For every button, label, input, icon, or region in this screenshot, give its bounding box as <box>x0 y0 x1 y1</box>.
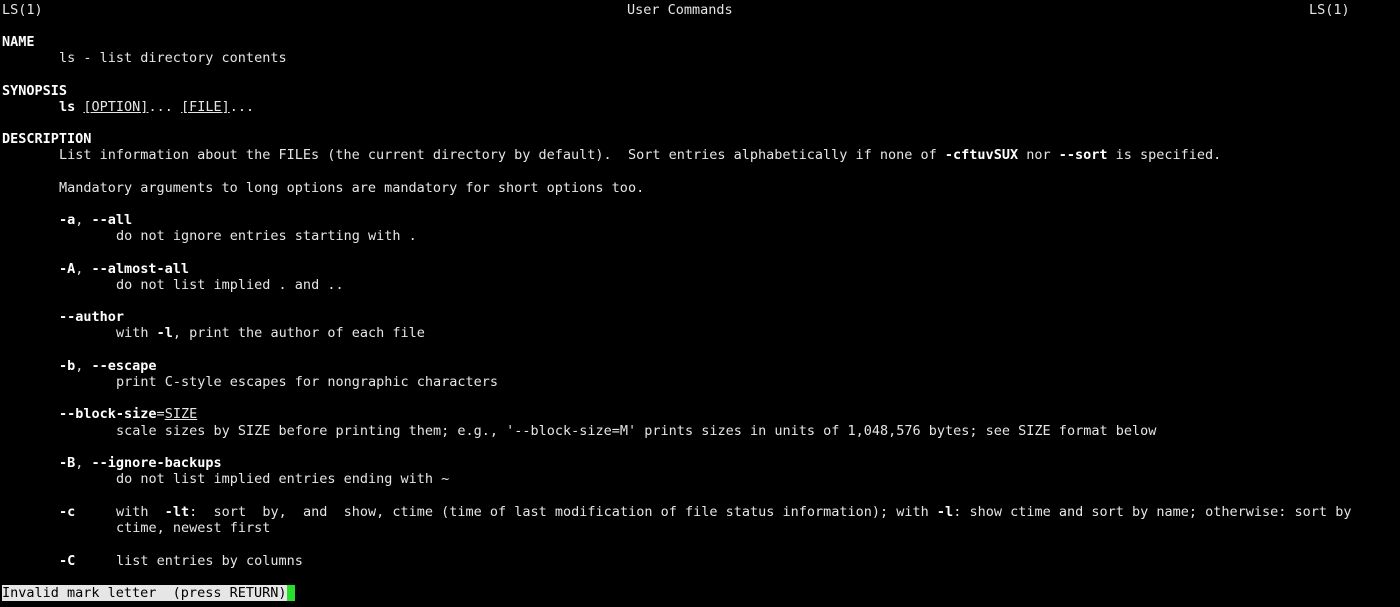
name-text: ls - list directory contents <box>59 50 287 66</box>
description-line-2: Mandatory arguments to long options are … <box>59 180 645 196</box>
header-right: LS(1) <box>1309 2 1350 18</box>
option-desc-c: with -lt: sort by, and show, ctime (time… <box>116 504 1352 520</box>
section-heading-description: DESCRIPTION <box>2 131 92 147</box>
option-desc-escape: print C-style escapes for nongraphic cha… <box>116 374 499 390</box>
option-flag-almost-all: -A, --almost-all <box>59 261 190 277</box>
section-heading-name: NAME <box>2 34 35 50</box>
option-desc-author: with -l, print the author of each file <box>116 325 425 341</box>
synopsis-line: ls [OPTION]... [FILE]... <box>59 99 255 115</box>
header-center: User Commands <box>627 2 733 18</box>
section-heading-synopsis: SYNOPSIS <box>2 83 68 99</box>
option-flag-block-size: --block-size=SIZE <box>59 406 198 422</box>
option-desc-block-size: scale sizes by SIZE before printing them… <box>116 423 1157 439</box>
header-left: LS(1) <box>2 2 43 18</box>
option-flag-author: --author <box>59 309 125 325</box>
option-desc-all: do not ignore entries starting with . <box>116 228 417 244</box>
terminal-window[interactable]: LS(1) User Commands LS(1) NAME ls - list… <box>0 0 1400 607</box>
option-flag-all: -a, --all <box>59 212 133 228</box>
status-message: Invalid mark letter (press RETURN) <box>2 585 288 601</box>
option-flag-escape: -b, --escape <box>59 358 157 374</box>
option-desc-ignore-backups: do not list implied entries ending with … <box>116 471 450 487</box>
terminal-cursor[interactable] <box>287 585 295 601</box>
option-desc-almost-all: do not list implied . and .. <box>116 277 344 293</box>
description-line-1: List information about the FILEs (the cu… <box>59 147 1222 163</box>
option-desc-c-line-2: ctime, newest first <box>116 520 271 536</box>
option-flag-c: -c <box>59 504 76 520</box>
option-desc-columns: list entries by columns <box>116 553 303 569</box>
option-flag-ignore-backups: -B, --ignore-backups <box>59 455 222 471</box>
option-flag-columns: -C <box>59 553 76 569</box>
